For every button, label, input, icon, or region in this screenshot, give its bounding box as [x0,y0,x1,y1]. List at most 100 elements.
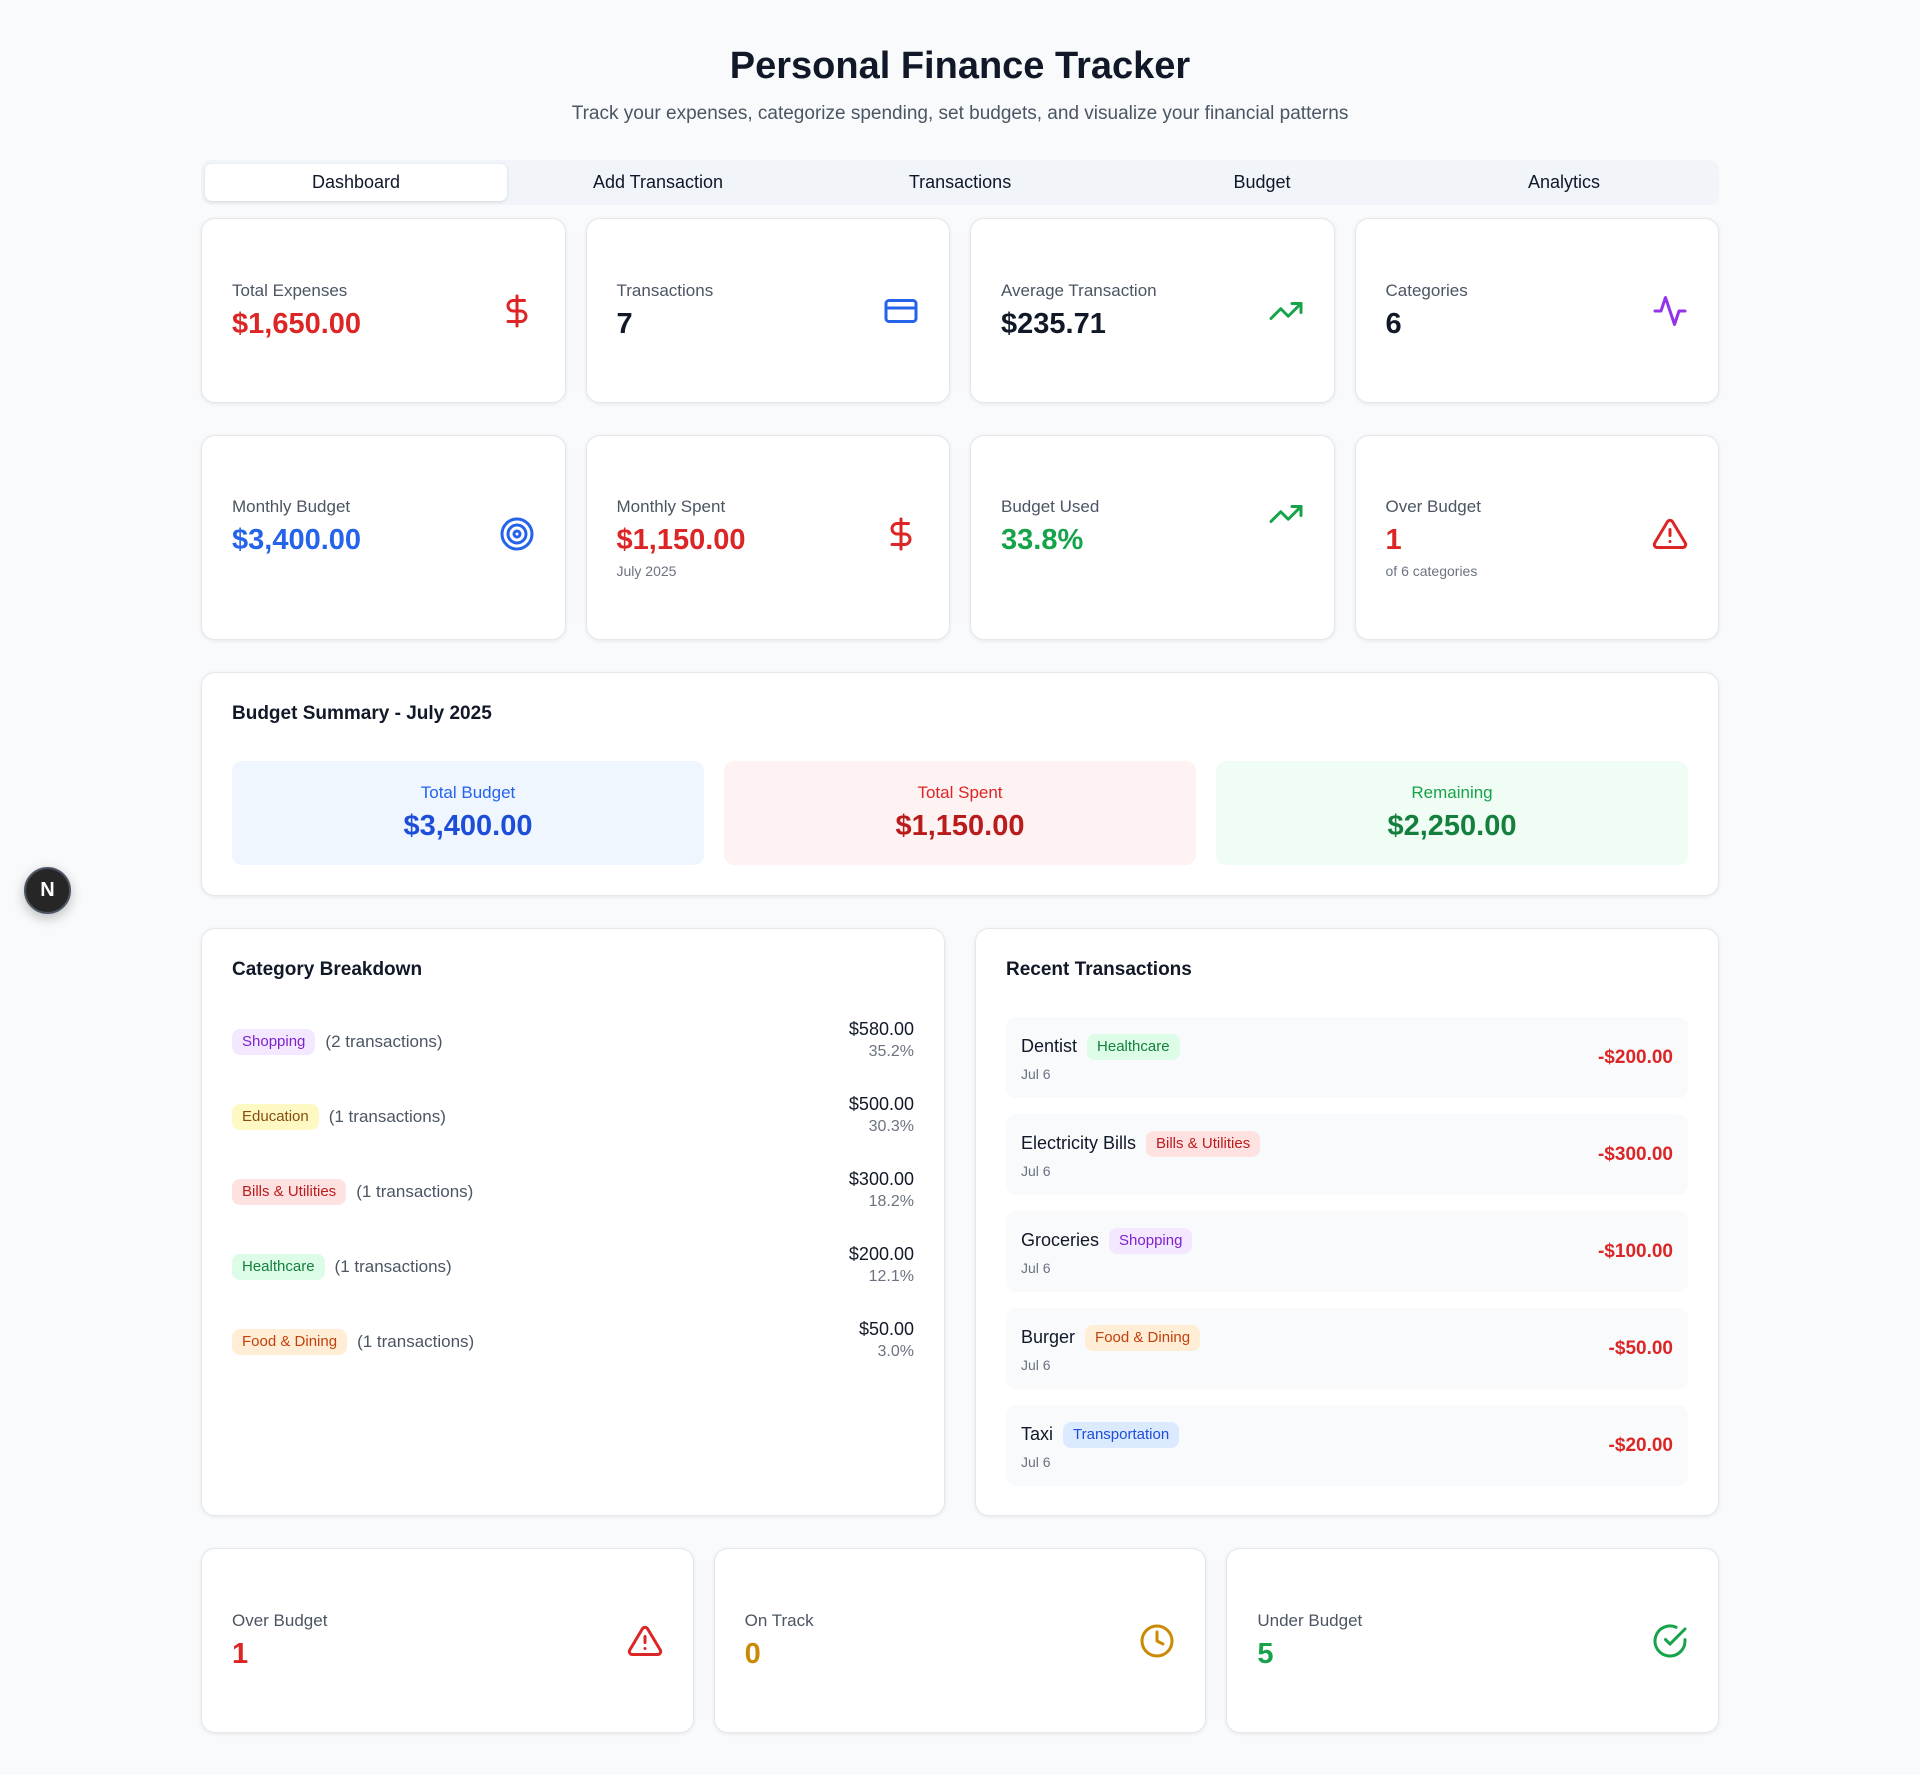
stat-value: 0 [744,1637,761,1670]
summary-total-budget: Total Budget $3,400.00 [232,761,704,865]
category-breakdown-panel: Category Breakdown Shopping (2 transacti… [201,928,945,1516]
page-title: Personal Finance Tracker [729,45,1191,87]
tab-bar: Dashboard Add Transaction Transactions B… [201,160,1719,205]
stat-label: Budget Used [1001,497,1100,516]
summary-label: Total Spent [917,783,1003,802]
stat-label: Under Budget [1257,1610,1363,1630]
stat-value: $1,150.00 [616,524,746,556]
category-percent: 3.0% [877,1343,914,1360]
app-container: Personal Finance Tracker Track your expe… [201,0,1720,1733]
transaction-count: (2 transactions) [325,1032,443,1051]
stat-label: Monthly Budget [232,497,351,516]
page-subtitle: Track your expenses, categorize spending… [571,103,1349,124]
stat-value: $3,400.00 [232,524,362,556]
status-card-under-budget: Under Budget 5 [1226,1548,1720,1733]
category-percent: 30.3% [868,1118,914,1135]
stat-card-categories: Categories 6 [1354,218,1719,403]
category-amount: $580.00 [848,1019,914,1039]
stat-value: 1 [232,1637,249,1670]
stat-value: 6 [1385,307,1402,340]
stat-label: Categories [1385,280,1468,300]
category-percent: 18.2% [868,1193,914,1210]
stats-row-budget: Monthly Budget $3,400.00 Monthly Spent $… [201,435,1719,640]
transaction-amount: -$300.00 [1597,1143,1673,1165]
category-amount: $300.00 [848,1169,914,1189]
stats-row-overview: Total Expenses $1,650.00 Transactions 7 … [201,218,1719,403]
floating-action-button[interactable]: N [24,867,71,914]
dollar-icon [499,293,535,329]
transaction-name: Electricity Bills [1021,1133,1137,1153]
stat-label: Over Budget [1385,497,1481,516]
category-badge: Healthcare [232,1254,325,1280]
status-card-over-budget: Over Budget 1 [201,1548,694,1733]
transaction-row[interactable]: Dentist Healthcare Jul 6 -$200.00 [1006,1017,1688,1098]
list-item: Healthcare (1 transactions) $200.00 12.1… [232,1242,914,1317]
clock-icon [1139,1623,1175,1659]
activity-icon [1652,293,1688,329]
stat-label: On Track [744,1610,814,1630]
page-header: Personal Finance Tracker Track your expe… [201,0,1719,127]
trending-up-icon [1268,293,1304,329]
tab-analytics[interactable]: Analytics [1413,164,1715,201]
stat-label: Average Transaction [1001,280,1157,300]
category-badge: Shopping [232,1029,316,1055]
category-badge: Healthcare [1087,1033,1180,1060]
transaction-amount: -$50.00 [1608,1337,1673,1359]
transaction-list: Dentist Healthcare Jul 6 -$200.00 Electr… [1006,1017,1688,1486]
category-percent: 12.1% [868,1268,914,1285]
stat-label: Monthly Spent [616,497,726,516]
category-amount: $50.00 [858,1319,914,1339]
transaction-date: Jul 6 [1021,1162,1051,1179]
stat-card-over-budget: Over Budget 1 of 6 categories [1354,435,1719,640]
transaction-name: Dentist [1021,1036,1078,1056]
category-amount: $200.00 [848,1244,914,1264]
list-item: Food & Dining (1 transactions) $50.00 3.… [232,1317,914,1392]
transaction-row[interactable]: Groceries Shopping Jul 6 -$100.00 [1006,1211,1688,1292]
budget-summary-card: Budget Summary - July 2025 Total Budget … [201,672,1719,896]
recent-transactions-panel: Recent Transactions Dentist Healthcare J… [975,928,1719,1516]
status-card-on-track: On Track 0 [713,1548,1207,1733]
stat-label: Over Budget [232,1610,328,1630]
category-badge: Bills & Utilities [232,1179,347,1205]
transaction-amount: -$200.00 [1597,1046,1673,1068]
transaction-name: Taxi [1021,1424,1054,1444]
section-title: Recent Transactions [1006,959,1192,980]
stat-value: 7 [616,307,633,340]
category-badge: Shopping [1109,1227,1193,1254]
category-badge: Food & Dining [232,1329,348,1355]
transaction-date: Jul 6 [1021,1453,1051,1470]
stat-value: 33.8% [1001,524,1084,556]
tab-transactions[interactable]: Transactions [809,164,1111,201]
transaction-row[interactable]: Electricity Bills Bills & Utilities Jul … [1006,1114,1688,1195]
tab-dashboard[interactable]: Dashboard [205,164,507,201]
transaction-amount: -$20.00 [1608,1434,1673,1456]
summary-remaining: Remaining $2,250.00 [1216,761,1688,865]
summary-total-spent: Total Spent $1,150.00 [724,761,1196,865]
stat-value: 5 [1257,1637,1274,1670]
stat-card-budget-used: Budget Used 33.8% [970,435,1335,640]
category-badge: Transportation [1063,1421,1180,1448]
stat-sub: July 2025 [616,563,677,579]
transaction-amount: -$100.00 [1597,1240,1673,1262]
section-title: Budget Summary - July 2025 [232,703,492,724]
transaction-count: (1 transactions) [334,1257,452,1276]
stat-card-monthly-budget: Monthly Budget $3,400.00 [201,435,566,640]
stat-sub: of 6 categories [1385,563,1478,579]
tab-add-transaction[interactable]: Add Transaction [507,164,809,201]
transaction-row[interactable]: Burger Food & Dining Jul 6 -$50.00 [1006,1308,1688,1389]
trending-up-icon [1268,496,1304,532]
target-icon [499,516,535,552]
section-title: Category Breakdown [232,959,423,980]
stat-card-total-expenses: Total Expenses $1,650.00 [201,218,566,403]
tab-budget[interactable]: Budget [1111,164,1413,201]
summary-value: $1,150.00 [895,810,1025,842]
transaction-date: Jul 6 [1021,1259,1051,1276]
stat-value: 1 [1385,524,1402,556]
summary-label: Remaining [1411,783,1493,802]
transaction-date: Jul 6 [1021,1356,1051,1373]
transaction-row[interactable]: Taxi Transportation Jul 6 -$20.00 [1006,1405,1688,1486]
summary-boxes: Total Budget $3,400.00 Total Spent $1,15… [232,761,1688,865]
stat-label: Transactions [616,280,714,300]
stat-card-transactions: Transactions 7 [585,218,950,403]
transaction-name: Groceries [1021,1230,1100,1250]
